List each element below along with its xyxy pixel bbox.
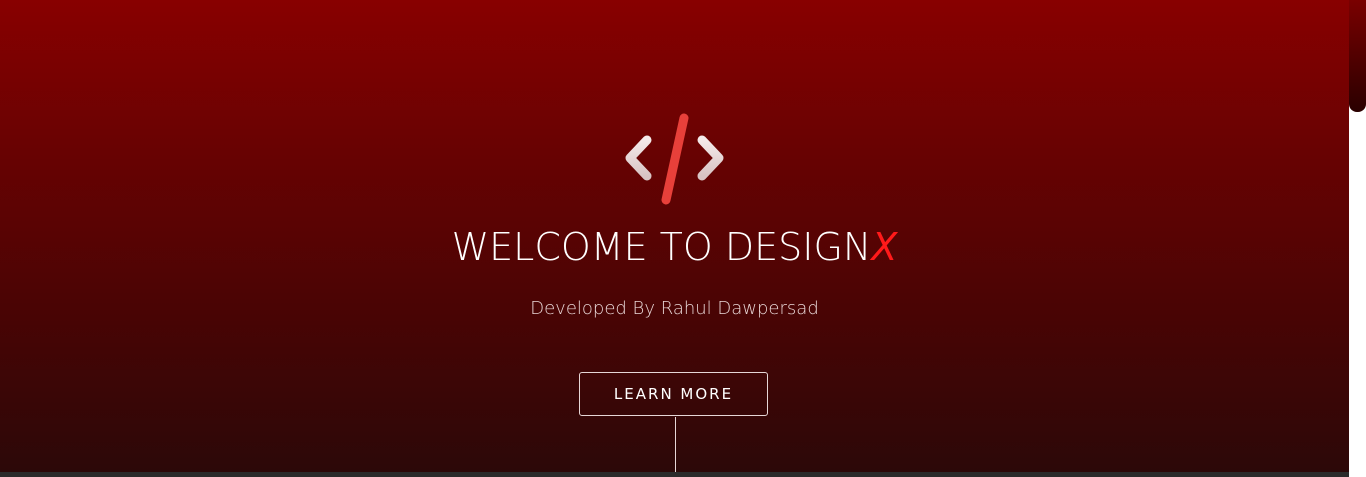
scrollbar-thumb[interactable] — [1349, 0, 1366, 112]
title-main: WELCOME TO DESIGN — [451, 225, 872, 269]
page-title: WELCOME TO DESIGNX — [0, 222, 1349, 272]
title-accent: X — [871, 225, 898, 269]
page-subtitle: Developed By Rahul Dawpersad — [530, 298, 819, 319]
page-bottom-edge — [0, 472, 1349, 477]
hero-section: WELCOME TO DESIGNX Developed By Rahul Da… — [0, 0, 1349, 472]
code-brackets-icon — [625, 113, 724, 205]
scroll-indicator-line — [675, 417, 676, 472]
learn-more-button[interactable]: LEARN MORE — [579, 372, 768, 416]
